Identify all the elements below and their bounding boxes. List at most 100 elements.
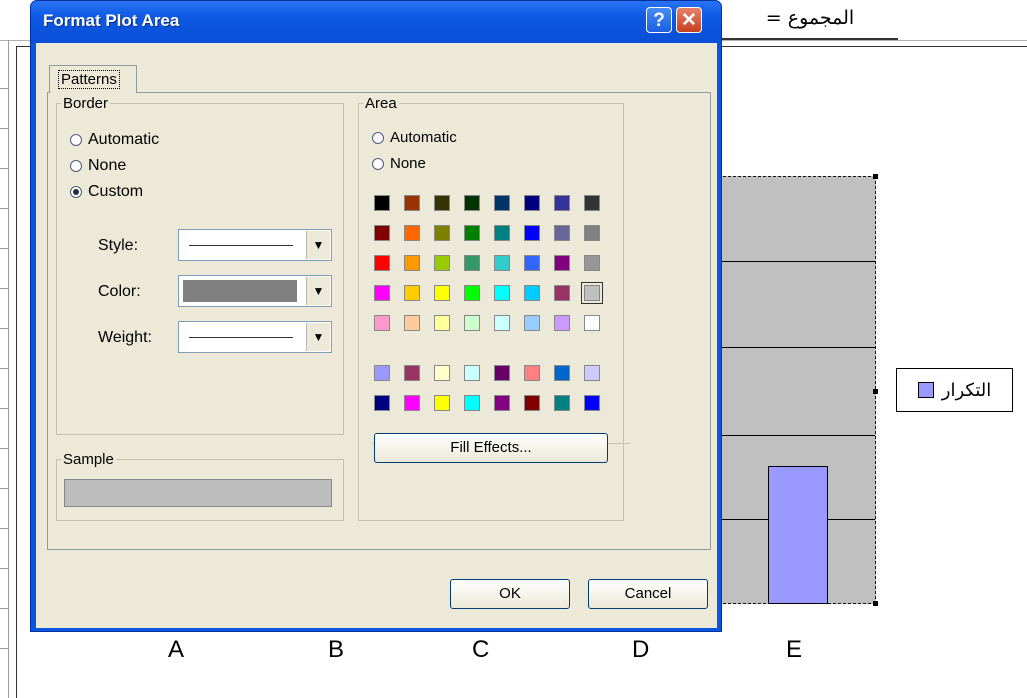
color-label: Color: (98, 283, 141, 300)
axis-label-c: C (472, 636, 490, 663)
style-preview (189, 245, 293, 246)
radio-indicator (70, 160, 82, 172)
color-swatch[interactable] (434, 255, 450, 271)
color-swatch[interactable] (374, 315, 390, 331)
color-swatch[interactable] (554, 395, 570, 411)
border-custom-radio[interactable]: Custom (70, 183, 143, 201)
color-dropdown[interactable]: ▼ (178, 275, 332, 307)
area-automatic-radio[interactable]: Automatic (372, 129, 457, 146)
color-swatch[interactable] (374, 365, 390, 381)
tab-patterns[interactable]: Patterns (49, 65, 137, 93)
radio-indicator (372, 131, 384, 144)
area-group-label: Area (365, 95, 397, 112)
color-swatch[interactable] (554, 195, 570, 211)
style-label: Style: (98, 237, 139, 254)
color-swatch[interactable] (584, 365, 600, 381)
plot-handle[interactable] (873, 174, 878, 179)
color-swatch[interactable] (404, 315, 420, 331)
color-swatch[interactable] (374, 195, 390, 211)
color-swatch[interactable] (554, 285, 570, 301)
color-swatch[interactable] (464, 395, 480, 411)
color-swatch[interactable] (524, 365, 540, 381)
weight-preview (189, 337, 293, 338)
color-swatch[interactable] (464, 315, 480, 331)
color-swatch[interactable] (494, 255, 510, 271)
color-swatch[interactable] (581, 282, 603, 304)
border-none-radio[interactable]: None (70, 157, 126, 175)
color-swatch[interactable] (464, 255, 480, 271)
color-swatch[interactable] (434, 225, 450, 241)
color-swatch[interactable] (524, 285, 540, 301)
color-preview (183, 280, 297, 302)
plot-handle[interactable] (873, 601, 878, 606)
row-tick (0, 568, 8, 569)
color-swatch[interactable] (524, 315, 540, 331)
dialog-titlebar[interactable]: Format Plot Area ? ✕ (31, 1, 721, 43)
axis-label-e: E (786, 636, 803, 663)
style-dropdown[interactable]: ▼ (178, 229, 332, 261)
weight-dropdown[interactable]: ▼ (178, 321, 332, 353)
color-swatch[interactable] (584, 315, 600, 331)
chevron-down-icon[interactable]: ▼ (306, 231, 330, 259)
row-tick (0, 528, 8, 529)
sample-group-label: Sample (63, 451, 114, 468)
color-swatch[interactable] (374, 225, 390, 241)
color-swatch[interactable] (584, 395, 600, 411)
color-swatch[interactable] (404, 225, 420, 241)
color-swatch[interactable] (404, 395, 420, 411)
format-plot-area-dialog[interactable]: Format Plot Area ? ✕ Patterns Border Aut… (30, 0, 722, 632)
color-swatch[interactable] (524, 195, 540, 211)
color-swatch[interactable] (524, 225, 540, 241)
color-swatch[interactable] (464, 195, 480, 211)
area-none-radio[interactable]: None (372, 155, 426, 172)
row-tick (0, 248, 8, 249)
chart-legend[interactable]: التكرار (896, 368, 1013, 412)
color-swatch[interactable] (554, 365, 570, 381)
color-swatch[interactable] (434, 315, 450, 331)
color-swatch[interactable] (464, 225, 480, 241)
color-swatch[interactable] (494, 225, 510, 241)
row-tick (0, 488, 8, 489)
color-swatch[interactable] (524, 395, 540, 411)
chevron-down-icon[interactable]: ▼ (306, 323, 330, 351)
color-swatch[interactable] (494, 395, 510, 411)
border-automatic-radio[interactable]: Automatic (70, 131, 159, 149)
data-bar[interactable] (768, 466, 828, 604)
color-swatch[interactable] (584, 255, 600, 271)
color-swatch[interactable] (404, 195, 420, 211)
color-swatch[interactable] (554, 255, 570, 271)
row-tick (0, 648, 8, 649)
close-button[interactable]: ✕ (676, 7, 702, 33)
dialog-body: Patterns Border Automatic None Custom St… (36, 43, 717, 628)
color-swatch[interactable] (404, 365, 420, 381)
sum-formula-cell[interactable]: المجموع = (722, 0, 898, 40)
color-swatch[interactable] (554, 225, 570, 241)
color-swatch[interactable] (494, 285, 510, 301)
color-swatch[interactable] (584, 225, 600, 241)
cancel-button[interactable]: Cancel (588, 579, 708, 609)
ok-button[interactable]: OK (450, 579, 570, 609)
radio-label: Automatic (390, 129, 457, 146)
color-swatch[interactable] (434, 285, 450, 301)
gridline (719, 261, 875, 262)
color-swatch[interactable] (464, 365, 480, 381)
color-swatch[interactable] (404, 285, 420, 301)
fill-effects-button[interactable]: Fill Effects... (374, 433, 608, 463)
color-swatch[interactable] (494, 315, 510, 331)
color-swatch[interactable] (584, 195, 600, 211)
color-swatch[interactable] (434, 395, 450, 411)
color-swatch[interactable] (464, 285, 480, 301)
color-swatch[interactable] (374, 395, 390, 411)
plot-handle[interactable] (873, 389, 878, 394)
color-swatch[interactable] (434, 195, 450, 211)
color-swatch[interactable] (524, 255, 540, 271)
color-swatch[interactable] (494, 365, 510, 381)
color-swatch[interactable] (404, 255, 420, 271)
color-swatch[interactable] (434, 365, 450, 381)
color-swatch[interactable] (494, 195, 510, 211)
chevron-down-icon[interactable]: ▼ (306, 277, 330, 305)
color-swatch[interactable] (374, 255, 390, 271)
help-button[interactable]: ? (646, 7, 672, 33)
color-swatch[interactable] (374, 285, 390, 301)
color-swatch[interactable] (554, 315, 570, 331)
